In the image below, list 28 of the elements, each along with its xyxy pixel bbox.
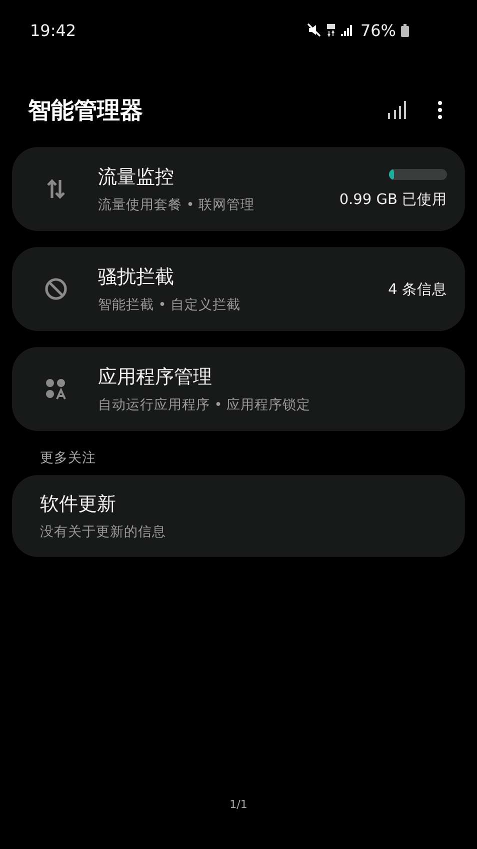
battery-percent: 76% bbox=[360, 20, 396, 40]
card-title: 流量监控 bbox=[98, 165, 175, 190]
clock: 19:42 bbox=[30, 20, 76, 40]
feature-card[interactable]: 流量监控 流量使用套餐 • 联网管理 0.99 GB 已使用 bbox=[12, 147, 465, 231]
section-label: 更多关注 bbox=[39, 449, 97, 468]
card-title: 骚扰拦截 bbox=[98, 265, 175, 290]
card-value: 0.99 GB 已使用 bbox=[339, 191, 447, 209]
card-title: 软件更新 bbox=[40, 492, 117, 517]
card-subtitle: 流量使用套餐 • 联网管理 bbox=[98, 196, 256, 214]
more-options-icon[interactable] bbox=[437, 100, 443, 120]
card-value: 4 条信息 bbox=[388, 280, 447, 298]
mute-icon bbox=[307, 23, 322, 37]
feature-card[interactable]: 骚扰拦截 智能拦截 • 自定义拦截 4 条信息 bbox=[12, 247, 465, 331]
card-subtitle: 智能拦截 • 自定义拦截 bbox=[98, 296, 242, 314]
battery-icon bbox=[401, 24, 409, 36]
card-title: 应用程序管理 bbox=[98, 365, 213, 390]
network-icon bbox=[326, 23, 336, 37]
block-icon bbox=[44, 277, 68, 301]
signal-icon bbox=[341, 24, 354, 36]
page-indicator: 1/1 bbox=[230, 798, 248, 811]
up-down-arrows-icon bbox=[45, 178, 67, 200]
feature-card[interactable]: 应用程序管理 自动运行应用程序 • 应用程序锁定 bbox=[12, 347, 465, 431]
card-subtitle: 没有关于更新的信息 bbox=[40, 523, 167, 541]
page-title: 智能管理器 bbox=[28, 96, 143, 126]
feature-card[interactable]: 软件更新 没有关于更新的信息 bbox=[12, 475, 465, 557]
apps-icon bbox=[45, 378, 67, 400]
bar-chart-icon[interactable] bbox=[387, 100, 407, 120]
card-subtitle: 自动运行应用程序 • 应用程序锁定 bbox=[98, 396, 312, 414]
